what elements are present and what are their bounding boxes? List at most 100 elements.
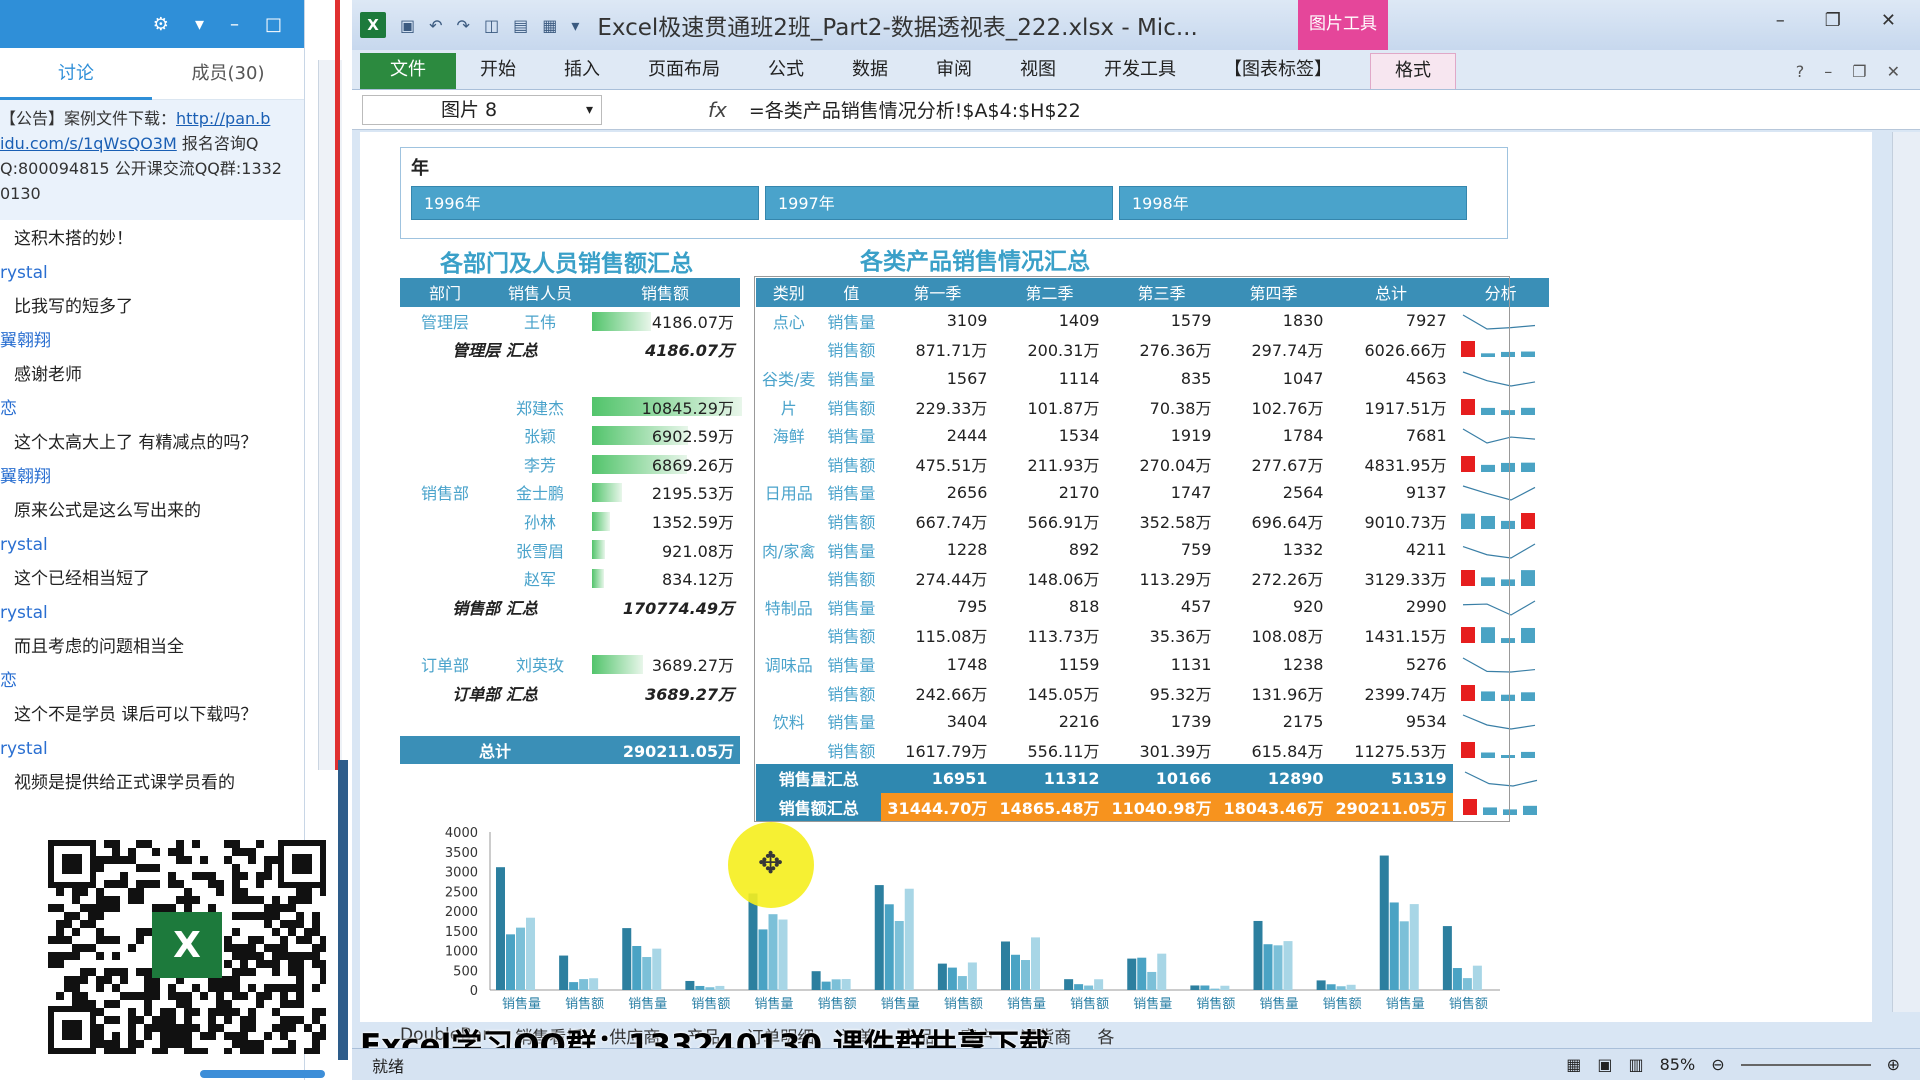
excel-logo-icon[interactable]: X: [360, 12, 386, 38]
qr-module: [144, 992, 152, 1000]
redo-icon[interactable]: ↷: [457, 16, 470, 35]
minimize-icon[interactable]: –: [230, 14, 239, 35]
undo-icon[interactable]: ↶: [429, 16, 442, 35]
tab-discussion[interactable]: 讨论: [0, 48, 152, 100]
x-tick-label: 销售额: [1070, 996, 1109, 1012]
help-icon[interactable]: ?: [1796, 62, 1805, 81]
zoom-level[interactable]: 85%: [1660, 1055, 1696, 1074]
zoom-slider[interactable]: [1740, 1063, 1871, 1066]
zoom-in-icon[interactable]: ⊕: [1887, 1055, 1900, 1074]
ribbon-tab-2[interactable]: 插入: [540, 53, 624, 89]
table-row: 总计 290211.05万: [400, 735, 740, 765]
worksheet[interactable]: 年 1996年 1997年 1998年 各部门及人员销售额汇总 各类产品销售情况…: [360, 132, 1872, 1022]
picture-selection-frame[interactable]: [754, 276, 1510, 822]
left-header-2[interactable]: 销售额: [590, 278, 740, 307]
chat-titlebar: ⚙ ▾ – □: [0, 0, 304, 48]
preview-icon[interactable]: ◫: [484, 16, 499, 35]
gear-icon[interactable]: ⚙: [153, 14, 169, 35]
qr-module: [104, 968, 112, 976]
picture-tools-tab[interactable]: 图片工具: [1298, 0, 1388, 50]
left-header-0[interactable]: 部门: [400, 278, 490, 307]
page-break-icon[interactable]: ▥: [1629, 1055, 1644, 1074]
qr-module: [248, 984, 256, 992]
ribbon-tab-9[interactable]: 【图表标签】: [1200, 53, 1356, 89]
minimize-icon[interactable]: –: [1776, 10, 1785, 31]
ribbon-tab-6[interactable]: 审阅: [912, 53, 996, 89]
slicer-item-1998[interactable]: 1998年: [1119, 186, 1467, 220]
qr-module: [72, 896, 80, 904]
page-layout-icon[interactable]: ▣: [1597, 1055, 1612, 1074]
ribbon-tab-4[interactable]: 公式: [744, 53, 828, 89]
ribbon-tab-1[interactable]: 开始: [456, 53, 540, 89]
sales-bar-chart[interactable]: 4000 3500 3000 2500 2000 1500 1000 500 0 销售量 销售额 销售…: [420, 822, 1510, 1022]
dropdown-icon[interactable]: ▾: [195, 14, 204, 35]
left-header-1[interactable]: 销售人员: [490, 278, 590, 307]
chart-bar: [1273, 945, 1283, 990]
chart-bar: [1021, 960, 1030, 990]
ribbon-tab-5[interactable]: 数据: [828, 53, 912, 89]
year-slicer[interactable]: 年 1996年 1997年 1998年: [400, 147, 1508, 239]
qr-module: [240, 872, 248, 880]
ribbon-tab-3[interactable]: 页面布局: [624, 53, 744, 89]
message-sender[interactable]: rystal: [0, 528, 304, 562]
tab-members[interactable]: 成员(30): [152, 48, 304, 100]
paste-icon[interactable]: ▤: [513, 16, 528, 35]
table-row: 张颖 6902.59万: [400, 421, 740, 450]
minimize-ribbon-icon[interactable]: –: [1824, 62, 1832, 81]
qr-module: [144, 1024, 152, 1032]
message-sender[interactable]: 翼翱翔: [0, 324, 304, 358]
qr-module: [240, 944, 248, 952]
ribbon-tab-0[interactable]: 文件: [360, 53, 456, 89]
qr-module: [208, 872, 216, 880]
restore-icon[interactable]: ❐: [1825, 10, 1841, 31]
qr-module: [232, 848, 240, 856]
table-icon[interactable]: ▦: [542, 16, 557, 35]
formula-input[interactable]: =各类产品销售情况分析!$A$4:$H$22: [749, 96, 1081, 123]
qr-module: [184, 1040, 192, 1048]
name-box[interactable]: 图片 8: [362, 94, 602, 125]
dept-pivot-table[interactable]: 部门 销售人员 销售额 管理层 王伟 4186.07万 管理层 汇总 4186.07万 郑建杰 1…: [400, 278, 742, 765]
x-tick-label: 销售量: [502, 996, 541, 1012]
notice-text-4: 0130: [0, 184, 41, 203]
qr-module: [120, 992, 128, 1000]
chart-bar: [1389, 902, 1399, 990]
qr-module: [136, 864, 144, 872]
message-sender[interactable]: 恋: [0, 392, 304, 426]
qr-module: [72, 976, 80, 984]
notice-link-2[interactable]: idu.com/s/1qWsQO3M: [0, 134, 177, 153]
message-sender[interactable]: 恋: [0, 664, 304, 698]
restore-doc-icon[interactable]: ❐: [1852, 62, 1866, 81]
qr-module: [248, 1016, 256, 1024]
qr-module: [232, 1040, 240, 1048]
slicer-item-1996[interactable]: 1996年: [411, 186, 759, 220]
save-icon[interactable]: ▣: [400, 16, 415, 35]
qr-module: [224, 960, 232, 968]
ribbon-tab-format[interactable]: 格式: [1370, 53, 1456, 89]
message-sender[interactable]: rystal: [0, 256, 304, 290]
qr-module: [296, 920, 304, 928]
customize-icon[interactable]: ▾: [571, 16, 579, 35]
ribbon-tab-8[interactable]: 开发工具: [1080, 53, 1200, 89]
qr-module: [112, 856, 120, 864]
normal-view-icon[interactable]: ▦: [1566, 1055, 1581, 1074]
vertical-scrollbar[interactable]: [1892, 132, 1920, 1012]
fx-icon[interactable]: fx: [708, 98, 727, 122]
message-sender[interactable]: 翼翱翔: [0, 460, 304, 494]
person-cell: 王伟: [523, 312, 556, 332]
ribbon-tab-7[interactable]: 视图: [996, 53, 1080, 89]
maximize-icon[interactable]: □: [265, 14, 282, 35]
close-icon[interactable]: ✕: [1881, 10, 1896, 31]
message-sender[interactable]: rystal: [0, 596, 304, 630]
close-doc-icon[interactable]: ✕: [1887, 62, 1900, 81]
zoom-out-icon[interactable]: ⊖: [1711, 1055, 1724, 1074]
qr-module: [240, 968, 248, 976]
data-bar: [592, 311, 651, 331]
qr-module: [96, 1024, 104, 1032]
data-bar: [592, 511, 610, 531]
slicer-item-1997[interactable]: 1997年: [765, 186, 1113, 220]
notice-link[interactable]: http://pan.b: [176, 109, 270, 128]
message-sender[interactable]: rystal: [0, 732, 304, 766]
chart-bar: [1094, 979, 1104, 990]
qr-module: [320, 976, 328, 984]
sheet-tab[interactable]: 各: [1097, 1023, 1114, 1048]
